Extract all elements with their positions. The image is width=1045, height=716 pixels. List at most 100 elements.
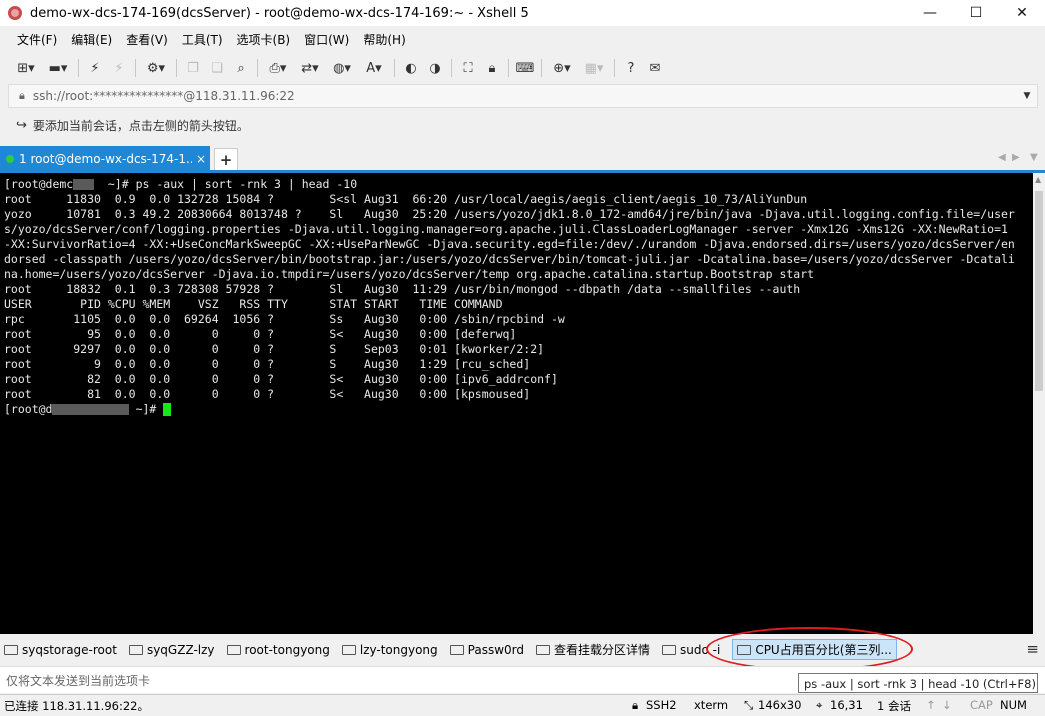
toolbar-divider — [394, 59, 395, 77]
menu-edit[interactable]: 编辑(E) — [64, 28, 119, 52]
terminal-type: xterm — [694, 698, 729, 712]
toolbar-divider — [541, 59, 542, 77]
disconnect-icon: ⚡ — [114, 60, 124, 76]
prompt-text: [root@demc — [4, 177, 74, 191]
terminal-line: na.home=/users/yozo/dcsServer -Djava.io.… — [4, 267, 815, 281]
menu-tools[interactable]: 工具(T) — [175, 28, 230, 52]
print-icon[interactable]: ⎙▾ — [265, 59, 291, 77]
find-icon[interactable]: ⌕ — [232, 59, 250, 77]
terminal-line: root 9 0.0 0.0 0 0 ? S Aug30 1:29 [rcu_s… — [4, 357, 531, 371]
reconnect-icon[interactable]: ⚡ — [86, 59, 104, 77]
num-lock-indicator: NUM — [1000, 698, 1027, 712]
quick-command-item[interactable]: syqstorage-root — [4, 643, 117, 657]
toolbar-divider — [614, 59, 615, 77]
menu-file[interactable]: 文件(F) — [10, 28, 64, 52]
tab-session-1[interactable]: 1 root@demo-wx-dcs-174-1... × — [0, 146, 210, 172]
menu-tabs[interactable]: 选项卡(B) — [230, 28, 298, 52]
quick-command-item-cpu[interactable]: CPU占用百分比(第三列... — [732, 639, 897, 660]
new-session-icon[interactable]: ⊞▾ — [13, 59, 39, 77]
connection-status: 已连接 118.31.11.96:22。 — [4, 699, 149, 713]
quick-bar-menu-icon[interactable]: ≡ — [1026, 640, 1039, 658]
add-tab-button[interactable]: + — [214, 148, 238, 172]
scroll-down-arrow-icon[interactable]: ↓ — [942, 698, 952, 712]
quick-command-item[interactable]: lzy-tongyong — [341, 643, 438, 657]
keyboard-icon — [341, 644, 356, 655]
quick-command-item[interactable]: 查看挂载分区详情 — [536, 641, 650, 658]
terminal-scrollbar[interactable]: ▲ — [1033, 173, 1045, 634]
address-bar[interactable]: 🔒︎ ssh://root:***************@118.31.11.… — [8, 84, 1038, 108]
fullscreen-icon[interactable]: ⛶ — [459, 59, 477, 77]
toolbar-divider — [78, 59, 79, 77]
tab-scroll-right-icon[interactable]: ▶ — [1012, 152, 1020, 163]
resize-icon: ⤡ — [744, 698, 754, 712]
terminal-line: s/yozo/dcsServer/conf/logging.properties… — [4, 222, 1008, 236]
compose-placeholder: 仅将文本发送到当前选项卡 — [6, 673, 151, 688]
add-session-arrow-icon[interactable]: ↪ — [16, 118, 27, 133]
tab-scroll-left-icon[interactable]: ◀ — [998, 152, 1006, 163]
keyboard-icon — [4, 644, 18, 655]
menu-help[interactable]: 帮助(H) — [356, 28, 412, 52]
new-tab-icon[interactable]: ⊕▾ — [549, 59, 575, 77]
status-bar: 已连接 118.31.11.96:22。 🔒︎ SSH2 xterm ⤡ 146… — [0, 694, 1045, 716]
keyboard-icon — [662, 644, 677, 655]
chevron-down-icon[interactable]: ▼ — [1017, 91, 1037, 101]
xftp-icon[interactable]: ◐ — [402, 59, 420, 77]
font-icon[interactable]: A▾ — [361, 59, 387, 77]
lock-icon[interactable]: 🔒︎ — [483, 59, 501, 77]
window-title: demo-wx-dcs-174-169(dcsServer) - root@de… — [30, 5, 529, 21]
terminal-line: -XX:SurvivorRatio=4 -XX:+UseConcMarkSwee… — [4, 237, 1015, 251]
tab-list-icon[interactable]: ▼ — [1030, 152, 1038, 163]
cursor-position: 16,31 — [830, 698, 863, 712]
scroll-up-arrow-icon[interactable]: ↑ — [926, 698, 936, 712]
terminal-line: USER PID %CPU %MEM VSZ RSS TTY STAT STAR… — [4, 297, 503, 311]
keyboard-icon[interactable]: ⌨ — [516, 59, 535, 77]
toolbar-divider — [508, 59, 509, 77]
menu-bar: 文件(F) 编辑(E) 查看(V) 工具(T) 选项卡(B) 窗口(W) 帮助(… — [0, 28, 1045, 52]
cursor-icon: ⌖ — [816, 698, 823, 712]
transfer-icon[interactable]: ⇄▾ — [297, 59, 323, 77]
menu-view[interactable]: 查看(V) — [119, 28, 175, 52]
terminal-line: root 95 0.0 0.0 0 0 ? S< Aug30 0:00 [def… — [4, 327, 517, 341]
toolbar-divider — [451, 59, 452, 77]
keyboard-icon — [449, 644, 464, 655]
menu-window[interactable]: 窗口(W) — [297, 28, 356, 52]
quick-command-item[interactable]: sudo -i — [662, 643, 720, 657]
toolbar-divider — [257, 59, 258, 77]
terminal-cursor — [163, 403, 172, 416]
terminal-area[interactable]: [root@demc ~]# ps -aux | sort -rnk 3 | h… — [0, 173, 1045, 634]
terminal-line: dorsed -classpath /users/yozo/dcsServer/… — [4, 252, 1015, 266]
maximize-button[interactable]: ☐ — [953, 0, 999, 26]
help-icon[interactable]: ? — [622, 59, 640, 77]
terminal-line: root 11830 0.9 0.0 132728 15084 ? S<sl A… — [4, 192, 808, 206]
quick-command-bar: syqstorage-root syqGZZ-lzy root-tongyong… — [0, 636, 1045, 663]
properties-icon[interactable]: ⚙▾ — [143, 59, 169, 77]
keyboard-icon — [226, 644, 241, 655]
prompt-command: ~]# — [128, 402, 164, 416]
minimize-button[interactable]: — — [907, 0, 953, 26]
close-window-button[interactable]: ✕ — [999, 0, 1045, 26]
toolbar-divider — [135, 59, 136, 77]
terminal-line: root 82 0.0 0.0 0 0 ? S< Aug30 0:00 [ipv… — [4, 372, 558, 386]
tab-close-icon[interactable]: × — [192, 152, 210, 166]
xmanager-icon[interactable]: ◑ — [426, 59, 444, 77]
quick-command-tooltip: ps -aux | sort -rnk 3 | head -10 (Ctrl+F… — [798, 673, 1038, 693]
lock-icon: 🔒︎ — [632, 698, 639, 712]
session-address[interactable]: ssh://root:***************@118.31.11.96:… — [33, 89, 1017, 103]
keyboard-icon — [536, 644, 550, 655]
redacted-hostname — [73, 179, 95, 190]
xshell-app-icon — [8, 6, 22, 20]
scroll-up-icon[interactable]: ▲ — [1035, 175, 1041, 184]
quick-command-item[interactable]: root-tongyong — [226, 643, 330, 657]
quick-command-item[interactable]: Passw0rd — [449, 643, 524, 657]
open-folder-icon[interactable]: ▬▾ — [45, 59, 71, 77]
quick-command-item[interactable]: syqGZZ-lzy — [128, 643, 215, 657]
keyboard-icon — [128, 644, 143, 655]
scrollbar-thumb[interactable] — [1035, 191, 1043, 391]
prompt-command: ~]# ps -aux | sort -rnk 3 | head -10 — [94, 177, 358, 191]
terminal-line: root 81 0.0 0.0 0 0 ? S< Aug30 0:00 [kps… — [4, 387, 531, 401]
chat-icon[interactable]: ✉ — [646, 59, 664, 77]
terminal-output: [root@demc ~]# ps -aux | sort -rnk 3 | h… — [4, 177, 1031, 417]
toolbar: ⊞▾ ▬▾ ⚡ ⚡ ⚙▾ ❐ ❏ ⌕ ⎙▾ ⇄▾ ◍▾ A▾ ◐ ◑ ⛶ 🔒︎ … — [0, 54, 1045, 82]
session-hint-bar: ↪ 要添加当前会话，点击左侧的箭头按钮。 — [8, 114, 1036, 136]
globe-icon[interactable]: ◍▾ — [329, 59, 355, 77]
